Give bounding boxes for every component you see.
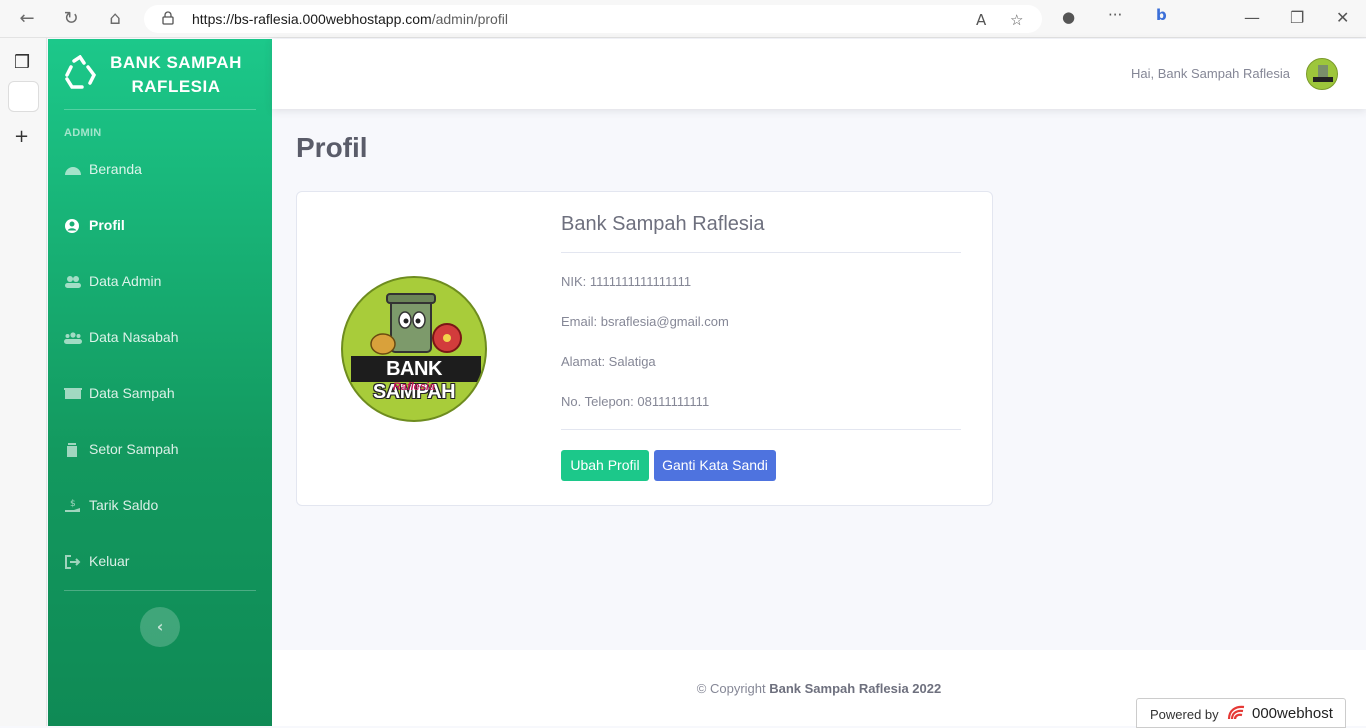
tachometer-icon bbox=[65, 167, 81, 175]
svg-text:$: $ bbox=[70, 499, 76, 509]
sidebar-toggle-button[interactable]: ‹ bbox=[140, 607, 180, 647]
browser-vertical-tabs: ❒ + bbox=[0, 38, 47, 726]
sidebar-item-label: Keluar bbox=[89, 553, 130, 569]
profile-card: BANK SAMPAH Raflesia Bank Sampah Raflesi… bbox=[296, 191, 993, 506]
sidebar-heading: ADMIN bbox=[64, 127, 102, 139]
profile-alamat: Alamat: Salatiga bbox=[561, 354, 656, 369]
sidebar-item-data-nasabah[interactable]: Data Nasabah bbox=[48, 318, 272, 358]
minimize-icon[interactable]: — bbox=[1244, 8, 1260, 27]
000webhost-logo-icon bbox=[1227, 705, 1245, 720]
new-tab-icon[interactable]: + bbox=[14, 126, 29, 147]
read-aloud-icon[interactable]: A bbox=[976, 11, 986, 29]
brand[interactable]: BANK SAMPAH RAFLESIA bbox=[48, 39, 272, 109]
sidebar-item-keluar[interactable]: Keluar bbox=[48, 542, 272, 582]
card-divider bbox=[561, 252, 961, 253]
favorite-icon[interactable]: ☆ bbox=[1010, 11, 1023, 29]
restore-icon[interactable]: ❐ bbox=[1290, 8, 1304, 27]
sidebar-item-label: Beranda bbox=[89, 161, 142, 177]
sidebar-item-data-sampah[interactable]: Data Sampah bbox=[48, 374, 272, 414]
user-greeting[interactable]: Hai, Bank Sampah Raflesia bbox=[1131, 66, 1290, 81]
card-divider bbox=[561, 429, 961, 430]
user-circle-icon bbox=[65, 219, 79, 233]
home-icon[interactable]: ⌂ bbox=[104, 8, 126, 30]
sidebar-item-tarik-saldo[interactable]: $ Tarik Saldo bbox=[48, 486, 272, 526]
tab-actions-icon[interactable]: ❒ bbox=[14, 52, 30, 73]
edit-profile-button[interactable]: Ubah Profil bbox=[561, 450, 649, 481]
change-password-button[interactable]: Ganti Kata Sandi bbox=[654, 450, 776, 481]
chevron-left-icon: ‹ bbox=[156, 617, 164, 636]
powered-by-badge[interactable]: Powered by 000webhost bbox=[1136, 698, 1346, 728]
back-icon[interactable]: ← bbox=[16, 8, 38, 30]
brand-name: BANK SAMPAH RAFLESIA bbox=[110, 53, 242, 96]
sidebar-item-beranda[interactable]: Beranda bbox=[48, 150, 272, 190]
url-text: https://bs-raflesia.000webhostapp.com/ad… bbox=[192, 11, 508, 27]
sidebar: BANK SAMPAH RAFLESIA ADMIN Beranda Profi… bbox=[48, 39, 272, 726]
recycle-icon bbox=[65, 55, 97, 89]
close-icon[interactable]: ✕ bbox=[1336, 8, 1349, 27]
sidebar-divider bbox=[64, 590, 256, 591]
refresh-icon[interactable]: ↻ bbox=[60, 8, 82, 30]
bing-icon[interactable]: b bbox=[1156, 6, 1167, 24]
user-group-icon bbox=[64, 332, 82, 344]
sidebar-item-label: Setor Sampah bbox=[89, 441, 179, 457]
logo-avatar-icon bbox=[1313, 65, 1333, 82]
avatar[interactable] bbox=[1306, 58, 1338, 90]
sidebar-item-label: Data Sampah bbox=[89, 385, 175, 401]
address-bar[interactable]: https://bs-raflesia.000webhostapp.com/ad… bbox=[144, 5, 1042, 33]
dumpster-icon bbox=[64, 388, 82, 399]
sidebar-item-label: Profil bbox=[89, 217, 125, 233]
host-name: 000webhost bbox=[1252, 705, 1333, 722]
profile-name: Bank Sampah Raflesia bbox=[561, 213, 765, 235]
lock-icon bbox=[162, 11, 174, 25]
profile-nik: NIK: 1111111111111111 bbox=[561, 274, 692, 289]
extension-icon[interactable]: ● bbox=[1062, 8, 1075, 26]
powered-by-label: Powered by bbox=[1150, 707, 1219, 722]
logo-subtitle: Raflesia bbox=[392, 381, 436, 393]
sidebar-item-setor-sampah[interactable]: Setor Sampah bbox=[48, 430, 272, 470]
sidebar-item-label: Data Admin bbox=[89, 273, 162, 289]
hand-money-icon: $ bbox=[65, 499, 80, 512]
profile-telepon: No. Telepon: 08111111111 bbox=[561, 394, 710, 409]
sign-out-icon bbox=[65, 555, 81, 569]
browser-tab[interactable] bbox=[8, 81, 39, 112]
profile-email: Email: bsraflesia@gmail.com bbox=[561, 314, 729, 329]
sidebar-item-data-admin[interactable]: Data Admin bbox=[48, 262, 272, 302]
browser-toolbar: ← ↻ ⌂ https://bs-raflesia.000webhostapp.… bbox=[0, 0, 1366, 38]
profile-logo: BANK SAMPAH Raflesia bbox=[341, 276, 487, 422]
copyright: © Copyright Bank Sampah Raflesia 2022 bbox=[696, 681, 942, 696]
sidebar-item-label: Tarik Saldo bbox=[89, 497, 159, 513]
sidebar-item-profil[interactable]: Profil bbox=[48, 206, 272, 246]
sidebar-divider bbox=[64, 109, 256, 110]
users-icon bbox=[65, 276, 81, 288]
more-icon[interactable]: ··· bbox=[1108, 6, 1122, 24]
trash-icon bbox=[67, 443, 77, 457]
sidebar-item-label: Data Nasabah bbox=[89, 329, 179, 345]
topbar: Hai, Bank Sampah Raflesia bbox=[272, 39, 1366, 109]
page-title: Profil bbox=[296, 132, 368, 163]
